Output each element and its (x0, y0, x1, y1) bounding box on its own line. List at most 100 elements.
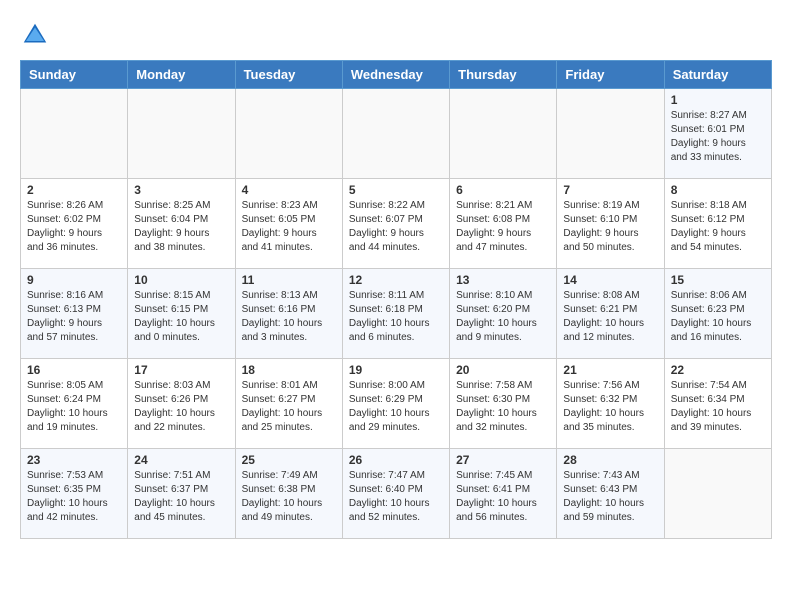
day-cell: 2 Sunrise: 8:26 AM Sunset: 6:02 PM Daylig… (21, 179, 128, 269)
day-cell: 23 Sunrise: 7:53 AM Sunset: 6:35 PM Dayli… (21, 449, 128, 539)
logo-icon (20, 20, 50, 50)
week-row-5: 23 Sunrise: 7:53 AM Sunset: 6:35 PM Dayli… (21, 449, 772, 539)
day-info: Sunrise: 7:47 AM Sunset: 6:40 PM Dayligh… (349, 469, 443, 525)
day-number: 7 (563, 183, 657, 197)
weekday-header-thursday: Thursday (450, 61, 557, 89)
day-number: 9 (27, 273, 121, 287)
day-number: 15 (671, 273, 765, 287)
day-cell: 22 Sunrise: 7:54 AM Sunset: 6:34 PM Dayli… (664, 359, 771, 449)
day-number: 17 (134, 363, 228, 377)
day-info: Sunrise: 8:08 AM Sunset: 6:21 PM Dayligh… (563, 289, 657, 345)
day-info: Sunrise: 7:53 AM Sunset: 6:35 PM Dayligh… (27, 469, 121, 525)
day-info: Sunrise: 8:01 AM Sunset: 6:27 PM Dayligh… (242, 379, 336, 435)
logo (20, 20, 54, 50)
day-number: 23 (27, 453, 121, 467)
day-cell: 3 Sunrise: 8:25 AM Sunset: 6:04 PM Daylig… (128, 179, 235, 269)
day-cell (557, 89, 664, 179)
day-cell: 8 Sunrise: 8:18 AM Sunset: 6:12 PM Daylig… (664, 179, 771, 269)
week-row-3: 9 Sunrise: 8:16 AM Sunset: 6:13 PM Daylig… (21, 269, 772, 359)
day-cell: 16 Sunrise: 8:05 AM Sunset: 6:24 PM Dayli… (21, 359, 128, 449)
day-info: Sunrise: 8:03 AM Sunset: 6:26 PM Dayligh… (134, 379, 228, 435)
day-cell: 4 Sunrise: 8:23 AM Sunset: 6:05 PM Daylig… (235, 179, 342, 269)
day-info: Sunrise: 8:16 AM Sunset: 6:13 PM Dayligh… (27, 289, 121, 345)
day-info: Sunrise: 8:19 AM Sunset: 6:10 PM Dayligh… (563, 199, 657, 255)
day-number: 27 (456, 453, 550, 467)
day-number: 20 (456, 363, 550, 377)
day-info: Sunrise: 7:43 AM Sunset: 6:43 PM Dayligh… (563, 469, 657, 525)
day-cell (21, 89, 128, 179)
weekday-header-tuesday: Tuesday (235, 61, 342, 89)
day-number: 2 (27, 183, 121, 197)
day-info: Sunrise: 8:15 AM Sunset: 6:15 PM Dayligh… (134, 289, 228, 345)
day-cell: 7 Sunrise: 8:19 AM Sunset: 6:10 PM Daylig… (557, 179, 664, 269)
weekday-header-sunday: Sunday (21, 61, 128, 89)
day-cell: 24 Sunrise: 7:51 AM Sunset: 6:37 PM Dayli… (128, 449, 235, 539)
day-number: 3 (134, 183, 228, 197)
day-info: Sunrise: 8:23 AM Sunset: 6:05 PM Dayligh… (242, 199, 336, 255)
day-number: 14 (563, 273, 657, 287)
day-info: Sunrise: 7:56 AM Sunset: 6:32 PM Dayligh… (563, 379, 657, 435)
day-cell: 21 Sunrise: 7:56 AM Sunset: 6:32 PM Dayli… (557, 359, 664, 449)
day-info: Sunrise: 8:22 AM Sunset: 6:07 PM Dayligh… (349, 199, 443, 255)
day-info: Sunrise: 7:49 AM Sunset: 6:38 PM Dayligh… (242, 469, 336, 525)
day-cell: 12 Sunrise: 8:11 AM Sunset: 6:18 PM Dayli… (342, 269, 449, 359)
day-cell: 11 Sunrise: 8:13 AM Sunset: 6:16 PM Dayli… (235, 269, 342, 359)
day-info: Sunrise: 8:13 AM Sunset: 6:16 PM Dayligh… (242, 289, 336, 345)
day-cell: 10 Sunrise: 8:15 AM Sunset: 6:15 PM Dayli… (128, 269, 235, 359)
day-number: 12 (349, 273, 443, 287)
day-info: Sunrise: 8:05 AM Sunset: 6:24 PM Dayligh… (27, 379, 121, 435)
day-number: 11 (242, 273, 336, 287)
day-cell: 1 Sunrise: 8:27 AM Sunset: 6:01 PM Daylig… (664, 89, 771, 179)
week-row-2: 2 Sunrise: 8:26 AM Sunset: 6:02 PM Daylig… (21, 179, 772, 269)
weekday-header-saturday: Saturday (664, 61, 771, 89)
day-number: 24 (134, 453, 228, 467)
weekday-header-friday: Friday (557, 61, 664, 89)
day-number: 19 (349, 363, 443, 377)
day-info: Sunrise: 8:11 AM Sunset: 6:18 PM Dayligh… (349, 289, 443, 345)
day-cell: 19 Sunrise: 8:00 AM Sunset: 6:29 PM Dayli… (342, 359, 449, 449)
week-row-1: 1 Sunrise: 8:27 AM Sunset: 6:01 PM Daylig… (21, 89, 772, 179)
day-info: Sunrise: 8:06 AM Sunset: 6:23 PM Dayligh… (671, 289, 765, 345)
day-number: 10 (134, 273, 228, 287)
day-number: 18 (242, 363, 336, 377)
weekday-header-wednesday: Wednesday (342, 61, 449, 89)
day-cell: 14 Sunrise: 8:08 AM Sunset: 6:21 PM Dayli… (557, 269, 664, 359)
day-number: 25 (242, 453, 336, 467)
day-number: 26 (349, 453, 443, 467)
day-info: Sunrise: 8:00 AM Sunset: 6:29 PM Dayligh… (349, 379, 443, 435)
day-cell: 28 Sunrise: 7:43 AM Sunset: 6:43 PM Dayli… (557, 449, 664, 539)
page-header (20, 20, 772, 50)
day-cell: 15 Sunrise: 8:06 AM Sunset: 6:23 PM Dayli… (664, 269, 771, 359)
calendar-table: SundayMondayTuesdayWednesdayThursdayFrid… (20, 60, 772, 539)
week-row-4: 16 Sunrise: 8:05 AM Sunset: 6:24 PM Dayli… (21, 359, 772, 449)
day-cell: 27Sunrise: 7:45 AM Sunset: 6:41 PM Dayli… (450, 449, 557, 539)
day-cell (450, 89, 557, 179)
day-info: Sunrise: 7:54 AM Sunset: 6:34 PM Dayligh… (671, 379, 765, 435)
day-number: 1 (671, 93, 765, 107)
day-cell (342, 89, 449, 179)
day-number: 22 (671, 363, 765, 377)
weekday-header-row: SundayMondayTuesdayWednesdayThursdayFrid… (21, 61, 772, 89)
day-info: Sunrise: 8:10 AM Sunset: 6:20 PM Dayligh… (456, 289, 550, 345)
day-number: 4 (242, 183, 336, 197)
day-cell: 26 Sunrise: 7:47 AM Sunset: 6:40 PM Dayli… (342, 449, 449, 539)
day-number: 16 (27, 363, 121, 377)
day-number: 13 (456, 273, 550, 287)
day-number: 8 (671, 183, 765, 197)
day-cell: 9 Sunrise: 8:16 AM Sunset: 6:13 PM Daylig… (21, 269, 128, 359)
day-info: Sunrise: 7:58 AM Sunset: 6:30 PM Dayligh… (456, 379, 550, 435)
day-info: Sunrise: 8:26 AM Sunset: 6:02 PM Dayligh… (27, 199, 121, 255)
day-info: Sunrise: 8:25 AM Sunset: 6:04 PM Dayligh… (134, 199, 228, 255)
day-info: Sunrise: 8:27 AM Sunset: 6:01 PM Dayligh… (671, 109, 765, 165)
day-number: 6 (456, 183, 550, 197)
day-info: Sunrise: 8:18 AM Sunset: 6:12 PM Dayligh… (671, 199, 765, 255)
day-cell (235, 89, 342, 179)
day-cell: 25 Sunrise: 7:49 AM Sunset: 6:38 PM Dayli… (235, 449, 342, 539)
day-number: 28 (563, 453, 657, 467)
day-cell (128, 89, 235, 179)
day-cell: 17 Sunrise: 8:03 AM Sunset: 6:26 PM Dayli… (128, 359, 235, 449)
day-info: Sunrise: 7:51 AM Sunset: 6:37 PM Dayligh… (134, 469, 228, 525)
day-cell (664, 449, 771, 539)
day-number: 21 (563, 363, 657, 377)
day-info: Sunrise: 8:21 AM Sunset: 6:08 PM Dayligh… (456, 199, 550, 255)
